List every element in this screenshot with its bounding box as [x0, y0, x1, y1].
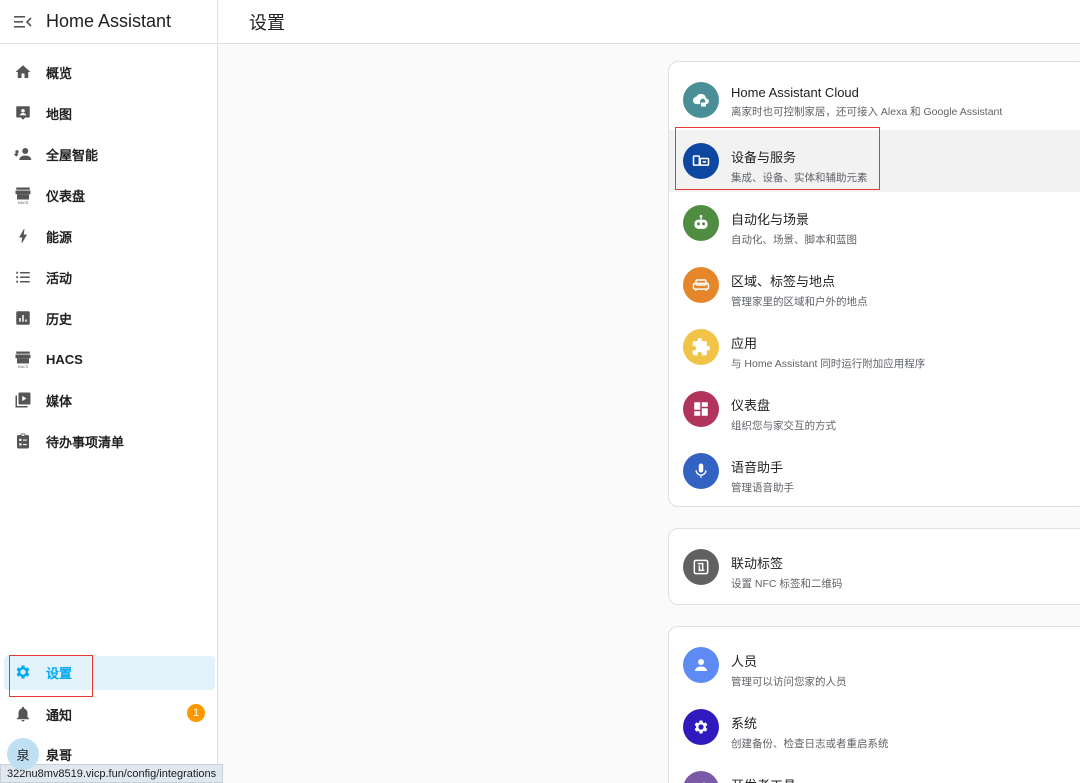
notification-badge: 1 — [187, 704, 205, 722]
avatar-wrap: 泉 — [0, 738, 46, 770]
settings-row-dashboards[interactable]: 仪表盘 组织您与家交互的方式 — [669, 378, 1080, 440]
row-title: 区域、标签与地点 — [731, 274, 836, 289]
sidebar-item-settings[interactable]: 设置 — [0, 656, 218, 690]
row-subtitle: 管理语音助手 — [731, 482, 794, 494]
sidebar-item-label: 设置 — [46, 665, 73, 681]
row-title: 仪表盘 — [731, 398, 771, 413]
sidebar-item-overview[interactable]: 概览 — [0, 56, 218, 88]
settings-row-areas[interactable]: 区域、标签与地点 管理家里的区域和户外的地点 — [669, 254, 1080, 316]
svg-text:HACS: HACS — [18, 365, 29, 369]
puzzle-icon — [683, 329, 719, 365]
sidebar-item-notifications[interactable]: 通知 1 — [0, 698, 218, 730]
microphone-icon — [683, 453, 719, 489]
hacs-store-icon: HACS — [0, 349, 46, 369]
app-title: Home Assistant — [46, 11, 172, 31]
row-title: 应用 — [731, 336, 758, 351]
sidebar-item-map[interactable]: 地图 — [0, 97, 218, 129]
sidebar-item-media[interactable]: 媒体 — [0, 384, 218, 416]
chart-icon — [0, 309, 46, 327]
row-subtitle: 管理可以访问您家的人员 — [731, 676, 847, 688]
gear-icon — [0, 663, 46, 681]
gear-icon — [683, 709, 719, 745]
settings-row-developer-tools[interactable]: 开发者工具 — [669, 758, 1080, 783]
bell-icon — [0, 705, 46, 723]
settings-row-people[interactable]: 人员 管理可以访问您家的人员 — [669, 634, 1080, 696]
sidebar-item-label: 仪表盘 — [46, 188, 86, 204]
sidebar-item-label: HACS — [46, 351, 83, 367]
sidebar-item-label: 活动 — [46, 270, 73, 286]
devices-icon — [683, 143, 719, 179]
sidebar-item-hacs[interactable]: HACS HACS — [0, 343, 218, 375]
settings-card-main: Home Assistant Cloud 离家时也可控制家居，还可接入 Alex… — [668, 61, 1080, 507]
row-title: 人员 — [731, 654, 758, 669]
row-subtitle: 自动化、场景、脚本和蓝图 — [731, 234, 857, 246]
row-title: 开发者工具 — [731, 775, 796, 783]
sidebar-item-energy[interactable]: 能源 — [0, 220, 218, 252]
sidebar-item-label: 媒体 — [46, 393, 73, 409]
menu-collapse-button[interactable] — [0, 0, 46, 44]
cloud-lock-icon — [683, 82, 719, 118]
settings-row-cloud[interactable]: Home Assistant Cloud 离家时也可控制家居，还可接入 Alex… — [669, 62, 1080, 124]
clipboard-icon — [0, 432, 46, 450]
settings-row-devices-services[interactable]: 设备与服务 集成、设备、实体和辅助元素 — [669, 130, 1080, 192]
settings-row-system[interactable]: 系统 创建备份、检查日志或者重启系统 — [669, 696, 1080, 758]
row-subtitle: 与 Home Assistant 同时运行附加应用程序 — [731, 358, 926, 370]
settings-card-people-system: 人员 管理可以访问您家的人员 系统 创建备份、检查日志或者重启系统 开发者工具 — [668, 626, 1080, 783]
row-title: 系统 — [731, 716, 758, 731]
row-subtitle: 创建备份、检查日志或者重启系统 — [731, 738, 889, 750]
robot-icon — [683, 205, 719, 241]
sidebar-item-label: 全屋智能 — [46, 147, 99, 163]
row-title: 联动标签 — [731, 556, 784, 571]
dashboard-icon — [683, 391, 719, 427]
row-subtitle: 管理家里的区域和户外的地点 — [731, 296, 868, 308]
svg-text:HACS: HACS — [18, 201, 29, 205]
media-icon — [0, 391, 46, 409]
lightning-icon — [0, 227, 46, 245]
sidebar-header: Home Assistant — [0, 0, 217, 44]
page-title: 设置 — [249, 12, 285, 33]
row-subtitle: 离家时也可控制家居，还可接入 Alexa 和 Google Assistant — [731, 106, 1003, 118]
sidebar-item-dashboard[interactable]: HACS 仪表盘 — [0, 179, 218, 211]
person-icon — [683, 647, 719, 683]
sidebar: Home Assistant 概览 地图 全屋智能 HACS 仪表盘 能源 活动… — [0, 0, 218, 783]
list-icon — [0, 268, 46, 286]
page-header: 设置 — [218, 0, 1080, 44]
people-icon — [0, 145, 46, 163]
sidebar-item-smart-home[interactable]: 全屋智能 — [0, 138, 218, 170]
row-subtitle: 集成、设备、实体和辅助元素 — [731, 172, 868, 184]
sidebar-item-label: 地图 — [46, 106, 73, 122]
row-title: 自动化与场景 — [731, 212, 810, 227]
hacs-store-icon: HACS — [0, 185, 46, 205]
menu-collapse-icon — [14, 15, 32, 28]
sidebar-item-label: 通知 — [46, 707, 73, 723]
sidebar-item-todo[interactable]: 待办事项清单 — [0, 425, 218, 457]
row-subtitle: 组织您与家交互的方式 — [731, 420, 836, 432]
row-title: 设备与服务 — [731, 150, 797, 165]
settings-row-tags[interactable]: 联动标签 设置 NFC 标签和二维码 — [669, 536, 1080, 598]
sofa-icon — [683, 267, 719, 303]
wrench-icon — [683, 771, 719, 783]
settings-row-automations[interactable]: 自动化与场景 自动化、场景、脚本和蓝图 — [669, 192, 1080, 254]
sidebar-item-history[interactable]: 历史 — [0, 302, 218, 334]
settings-card-tags: 联动标签 设置 NFC 标签和二维码 — [668, 528, 1080, 605]
home-icon — [0, 63, 46, 81]
settings-row-voice-assistants[interactable]: 语音助手 管理语音助手 — [669, 440, 1080, 502]
row-title: 语音助手 — [731, 460, 784, 475]
row-title: Home Assistant Cloud — [731, 85, 859, 100]
row-subtitle: 设置 NFC 标签和二维码 — [731, 578, 843, 590]
sidebar-item-label: 概览 — [46, 65, 73, 81]
settings-row-apps[interactable]: 应用 与 Home Assistant 同时运行附加应用程序 — [669, 316, 1080, 378]
sidebar-item-label: 历史 — [46, 311, 73, 327]
sidebar-item-logbook[interactable]: 活动 — [0, 261, 218, 293]
nfc-icon — [683, 549, 719, 585]
sidebar-item-label: 泉哥 — [46, 747, 73, 763]
sidebar-item-label: 待办事项清单 — [46, 434, 125, 450]
sidebar-item-label: 能源 — [46, 229, 73, 245]
avatar: 泉 — [7, 738, 39, 770]
map-icon — [0, 104, 46, 122]
